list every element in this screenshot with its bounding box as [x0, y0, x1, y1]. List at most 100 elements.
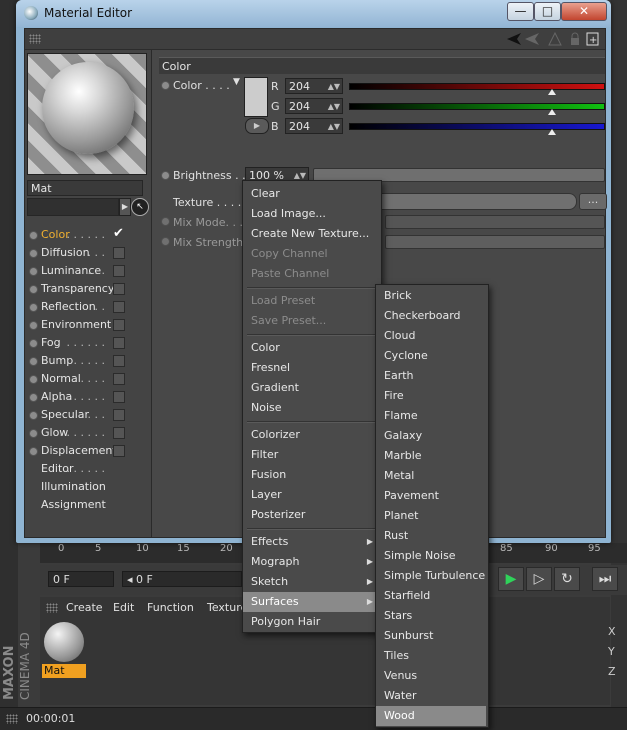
menu-item-fire[interactable]: Fire [376, 386, 486, 406]
menu-item-effects[interactable]: Effects ▶ [243, 532, 379, 552]
channel-item-normal[interactable]: Normal. . . . . [29, 370, 147, 388]
menu-item-simple-noise[interactable]: Simple Noise [376, 546, 486, 566]
menu-item-surfaces[interactable]: Surfaces ▶ [243, 592, 379, 612]
menu-item-polygon-hair[interactable]: Polygon Hair [243, 612, 379, 632]
channel-item-fog[interactable]: Fog . . . . . . [29, 334, 147, 352]
mix-strength-slider[interactable] [385, 235, 605, 249]
menu-item-wood[interactable]: Wood [376, 706, 486, 726]
menu-item-colorizer[interactable]: Colorizer [243, 425, 379, 445]
channel-checkbox[interactable] [113, 337, 125, 349]
menu-item-simple-turbulence[interactable]: Simple Turbulence [376, 566, 486, 586]
channel-checkbox[interactable] [113, 247, 125, 259]
color-dropdown-arrow-icon[interactable]: ▼ [233, 77, 240, 87]
channel-checkbox[interactable] [113, 409, 125, 421]
channel-item-transparency[interactable]: Transparency [29, 280, 147, 298]
mix-mode-dropdown[interactable] [385, 215, 605, 229]
channel-checkbox[interactable] [113, 355, 125, 367]
r-value-field[interactable]: 204 ▲▼ [285, 78, 343, 94]
b-slider-knob[interactable] [548, 129, 556, 135]
channel-checkbox[interactable] [113, 301, 125, 313]
channel-checkbox[interactable] [113, 445, 125, 457]
b-slider[interactable] [349, 123, 605, 130]
menu-function[interactable]: Function [147, 601, 194, 614]
menu-item-cloud[interactable]: Cloud [376, 326, 486, 346]
menu-item-checkerboard[interactable]: Checkerboard [376, 306, 486, 326]
menu-item-marble[interactable]: Marble [376, 446, 486, 466]
menu-item-water[interactable]: Water [376, 686, 486, 706]
menu-item-metal[interactable]: Metal [376, 466, 486, 486]
menu-item-venus[interactable]: Venus [376, 666, 486, 686]
menu-item-layer[interactable]: Layer [243, 485, 379, 505]
menu-item-color[interactable]: Color [243, 338, 379, 358]
menu-item-brick[interactable]: Brick [376, 286, 486, 306]
menu-item-mograph[interactable]: Mograph ▶ [243, 552, 379, 572]
material-preview[interactable] [27, 53, 147, 175]
channel-item-environment[interactable]: Environment [29, 316, 147, 334]
menu-edit[interactable]: Edit [113, 601, 134, 614]
expand-arrow-icon[interactable]: ▶ [119, 198, 131, 216]
menu-item-sunburst[interactable]: Sunburst [376, 626, 486, 646]
minimize-button[interactable]: — [507, 2, 534, 21]
menu-item-pavement[interactable]: Pavement [376, 486, 486, 506]
channel-item-specular[interactable]: Specular. . . . [29, 406, 147, 424]
menu-item-galaxy[interactable]: Galaxy [376, 426, 486, 446]
channel-item-illumination[interactable]: Illumination [29, 478, 147, 496]
g-slider-knob[interactable] [548, 109, 556, 115]
g-value-field[interactable]: 204 ▲▼ [285, 98, 343, 114]
menu-item-cyclone[interactable]: Cyclone [376, 346, 486, 366]
channel-item-bump[interactable]: Bump. . . . . . . [29, 352, 147, 370]
play-icon[interactable]: ▶ [498, 567, 524, 591]
r-slider-knob[interactable] [548, 89, 556, 95]
animate-dot-icon[interactable] [161, 81, 170, 90]
texture-browse-button[interactable]: ... [579, 193, 607, 210]
color-swatch[interactable] [244, 77, 268, 117]
forward-arrow-icon[interactable] [525, 33, 539, 45]
menu-create[interactable]: Create [66, 601, 103, 614]
menu-item-earth[interactable]: Earth [376, 366, 486, 386]
title-bar[interactable]: Material Editor — □ ✕ [16, 0, 611, 27]
material-name-field[interactable]: Mat [27, 180, 143, 196]
menu-item-filter[interactable]: Filter [243, 445, 379, 465]
menu-item-tiles[interactable]: Tiles [376, 646, 486, 666]
menu-item-sketch[interactable]: Sketch ▶ [243, 572, 379, 592]
channel-item-assignment[interactable]: Assignment [29, 496, 147, 514]
menu-item-starfield[interactable]: Starfield [376, 586, 486, 606]
back-arrow-icon[interactable] [507, 33, 521, 45]
frame-start-field[interactable]: 0 F [48, 571, 114, 587]
frame-current-field[interactable]: ◂ 0 F [122, 571, 242, 587]
channel-item-reflection[interactable]: Reflection. . [29, 298, 147, 316]
close-button[interactable]: ✕ [561, 2, 607, 21]
channel-item-displacement[interactable]: Displacement [29, 442, 147, 460]
color-picker-toggle-icon[interactable]: ▶ [245, 118, 269, 134]
checkmark-icon[interactable]: ✔ [113, 227, 124, 240]
menu-item-load-image[interactable]: Load Image... [243, 204, 379, 224]
menu-item-fusion[interactable]: Fusion [243, 465, 379, 485]
channel-checkbox[interactable] [113, 373, 125, 385]
menu-item-flame[interactable]: Flame [376, 406, 486, 426]
next-frame-icon[interactable]: ▷ [526, 567, 552, 591]
animate-dot-icon[interactable] [161, 171, 170, 180]
menu-item-rust[interactable]: Rust [376, 526, 486, 546]
material-name-sub-field[interactable] [27, 198, 119, 216]
channel-item-color[interactable]: Color. . . . . . ✔ [29, 226, 147, 244]
channel-checkbox[interactable] [113, 265, 125, 277]
loop-icon[interactable]: ↻ [554, 567, 580, 591]
menu-item-create-new-texture[interactable]: Create New Texture... [243, 224, 379, 244]
menu-item-fresnel[interactable]: Fresnel [243, 358, 379, 378]
channel-item-alpha[interactable]: Alpha. . . . . . . [29, 388, 147, 406]
menu-item-noise[interactable]: Noise [243, 398, 379, 418]
channel-checkbox[interactable] [113, 319, 125, 331]
material-thumbnail[interactable]: Mat [42, 620, 86, 678]
maximize-button[interactable]: □ [534, 2, 561, 21]
go-to-end-icon[interactable]: ⏭ [592, 567, 618, 591]
b-value-field[interactable]: 204 ▲▼ [285, 118, 343, 134]
g-slider[interactable] [349, 103, 605, 110]
up-arrow-icon[interactable] [548, 32, 562, 46]
channel-checkbox[interactable] [113, 391, 125, 403]
menu-item-gradient[interactable]: Gradient [243, 378, 379, 398]
menu-item-stars[interactable]: Stars [376, 606, 486, 626]
channel-item-editor[interactable]: Editor. . . . . . [29, 460, 147, 478]
lock-icon[interactable] [571, 38, 579, 45]
channel-checkbox[interactable] [113, 283, 125, 295]
channel-item-diffusion[interactable]: Diffusion. . . [29, 244, 147, 262]
